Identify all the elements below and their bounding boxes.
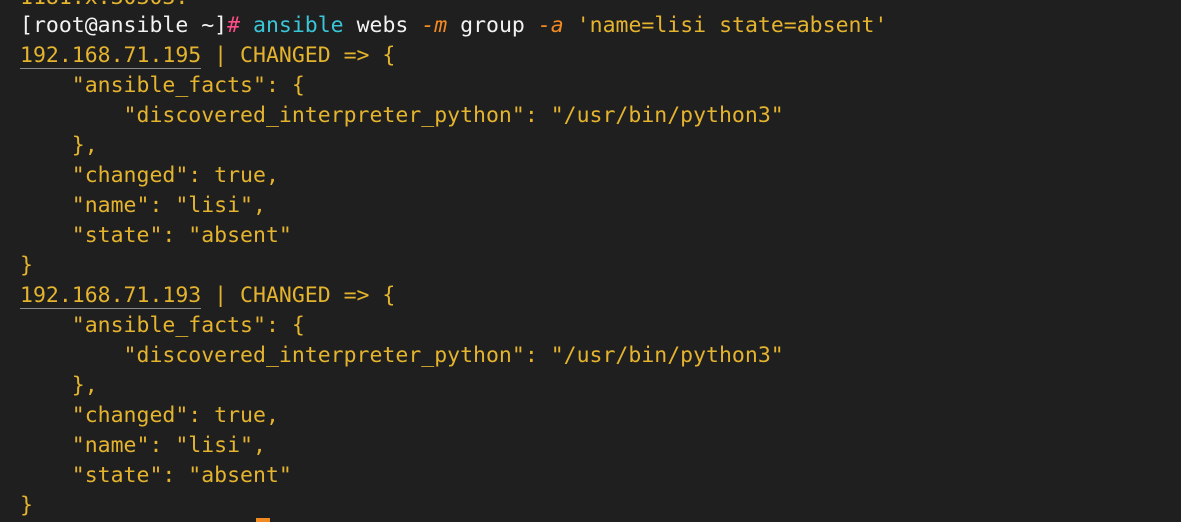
command-target: webs [356,13,409,38]
output-line: }, [20,133,98,158]
output-line: "discovered_interpreter_python": "/usr/b… [20,103,784,128]
output-line: "ansible_facts": { [20,313,305,338]
prompt-symbol: # [227,13,241,38]
output-line: "state": "absent" [20,463,292,488]
result-header: 192.168.71.193 | CHANGED => { [20,281,395,311]
result-header: 192.168.71.195 | CHANGED => { [20,41,395,71]
output-line: } [20,493,33,518]
output-line: "ansible_facts": { [20,73,305,98]
result-status: | CHANGED => { [201,283,396,308]
args-flag: -a [537,13,564,38]
output-line: "discovered_interpreter_python": "/usr/b… [20,343,784,368]
module-flag: -m [421,13,448,38]
text-cursor [256,518,270,522]
host-ip-link[interactable]: 192.168.71.195 [20,43,202,69]
output-line: "changed": true, [20,163,279,188]
output-line: "state": "absent" [20,223,292,248]
host-ip-link[interactable]: 192.168.71.193 [20,283,202,309]
terminal-window[interactable]: 1181:x:30303: [root@ansible ~]# ansible … [0,0,1181,522]
output-line: "changed": true, [20,403,279,428]
output-line: } [20,253,33,278]
module-name: group [460,13,525,38]
output-line: "name": "lisi", [20,433,266,458]
module-args: 'name=lisi state=absent' [576,13,888,38]
output-line: }, [20,373,98,398]
prompt-user-host: [root@ansible ~] [20,13,228,38]
output-line: "name": "lisi", [20,193,266,218]
result-status: | CHANGED => { [201,43,396,68]
command-prompt-line: [root@ansible ~]# ansible webs -m group … [20,11,887,41]
command-name: ansible [253,13,344,38]
